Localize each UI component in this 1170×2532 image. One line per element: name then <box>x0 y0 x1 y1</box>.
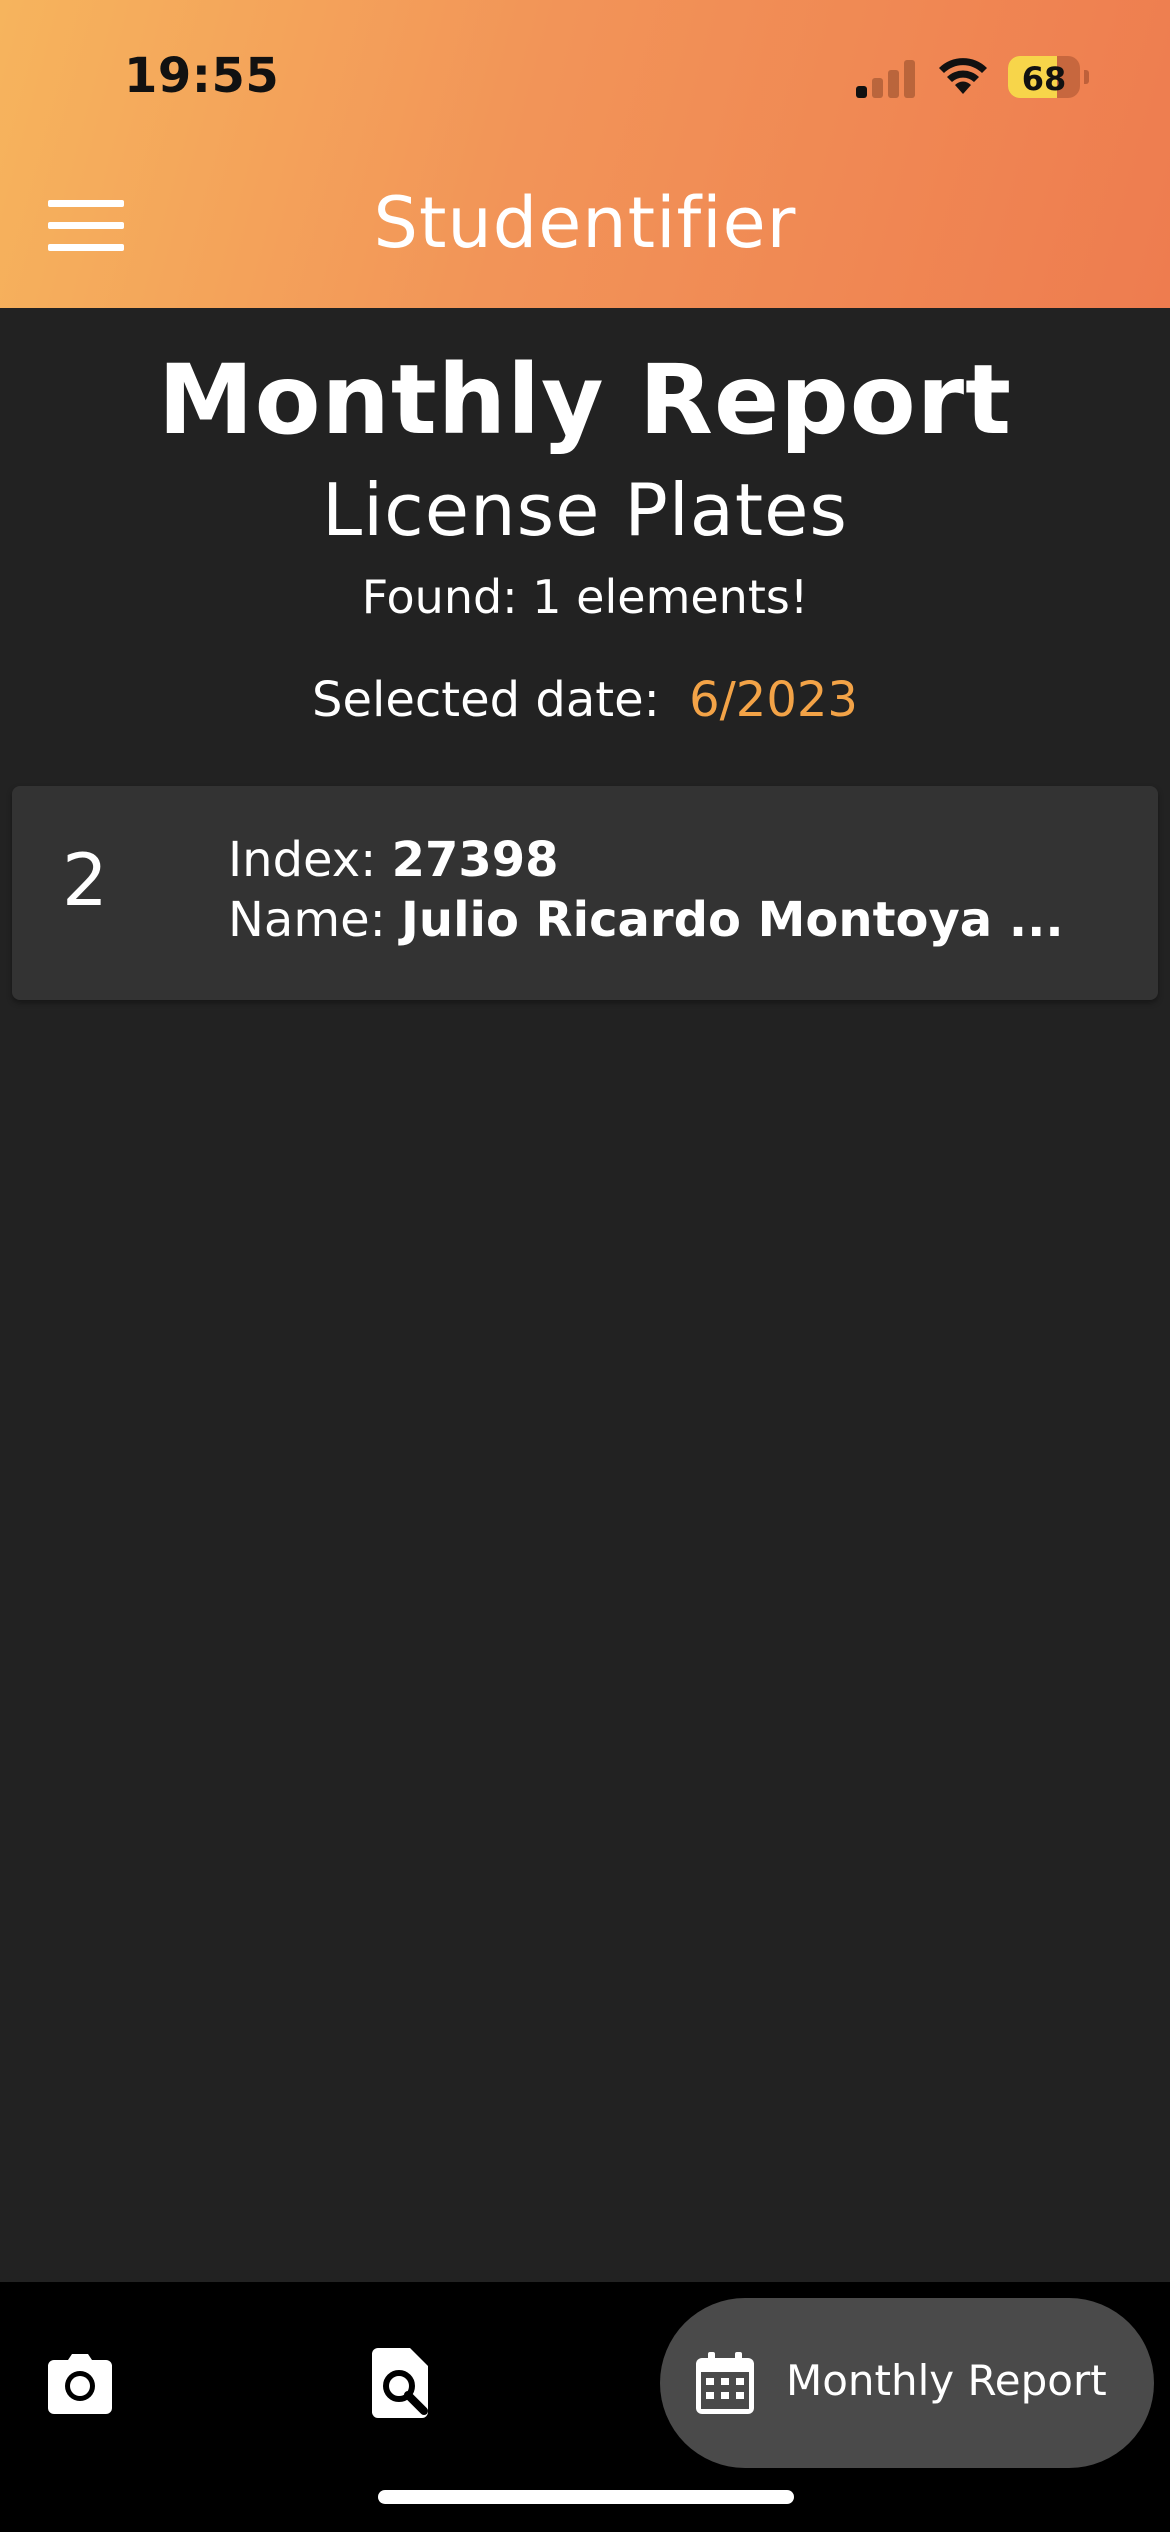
selected-date-row: Selected date: 6/2023 <box>0 672 1170 728</box>
wifi-icon <box>939 58 987 94</box>
selected-date-value[interactable]: 6/2023 <box>689 672 858 728</box>
screen: 19:55 68 Studentifier Monthly Report Lic… <box>0 0 1170 2532</box>
home-indicator <box>378 2490 794 2504</box>
status-time: 19:55 <box>124 48 280 104</box>
search-document-icon[interactable] <box>372 2348 432 2418</box>
battery-icon: 68 <box>1008 56 1080 98</box>
camera-icon[interactable] <box>48 2352 112 2414</box>
page-subtitle: License Plates <box>322 468 848 552</box>
name-line: Name: Julio Ricardo Montoya ... <box>228 892 1064 948</box>
app-bar: 19:55 68 Studentifier <box>0 0 1170 308</box>
name-value: Julio Ricardo Montoya ... <box>401 892 1064 948</box>
list-item[interactable]: 2 Index: 27398 Name: Julio Ricardo Monto… <box>12 786 1158 1000</box>
app-title: Studentifier <box>373 182 797 264</box>
list-item-number: 2 <box>62 838 108 922</box>
name-label: Name: <box>228 892 386 948</box>
nav-monthly-report-label: Monthly Report <box>786 2356 1107 2405</box>
index-value: 27398 <box>391 832 559 888</box>
selected-date-label: Selected date: <box>312 672 660 728</box>
cellular-signal-icon <box>856 58 916 98</box>
index-label: Index: <box>228 832 377 888</box>
battery-level: 68 <box>1021 60 1067 98</box>
calendar-icon <box>696 2352 754 2414</box>
results-count: Found: 1 elements! <box>361 570 809 624</box>
page-title: Monthly Report <box>158 344 1012 456</box>
nav-monthly-report[interactable]: Monthly Report <box>660 2298 1154 2468</box>
battery-nub <box>1084 70 1089 84</box>
index-line: Index: 27398 <box>228 832 559 888</box>
